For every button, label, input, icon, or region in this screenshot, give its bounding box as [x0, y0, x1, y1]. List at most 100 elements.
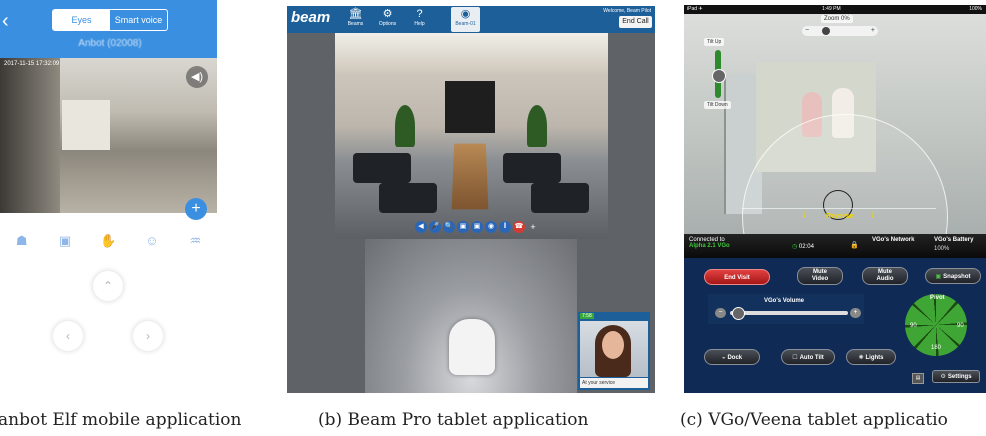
volume-icon[interactable]: ◀ — [415, 221, 427, 233]
anbot-video-feed: 2017-11-15 17:32:09 — [0, 58, 217, 213]
footprint-icon[interactable]: ☗ — [11, 232, 33, 250]
more-icon[interactable]: + — [527, 221, 539, 233]
self-view-pip[interactable]: 7:58 At your service — [578, 312, 650, 390]
elevator-doors — [445, 81, 495, 133]
settings-label: Settings — [947, 374, 972, 380]
dock-button[interactable]: ◒ Dock — [704, 349, 760, 365]
timer-value: 02:04 — [798, 244, 814, 250]
tilt-up-label[interactable]: Tilt Up — [704, 38, 725, 46]
dpad-right-button[interactable]: › — [133, 321, 163, 351]
screen-icon[interactable]: ▣ — [457, 221, 469, 233]
caption-b: (b) Beam Pro tablet application — [318, 410, 589, 430]
status-time: 1:49 PM — [822, 6, 841, 12]
reverse-label: Reverse — [826, 213, 854, 220]
building-icon: 🏛 — [348, 8, 363, 20]
nav-beams-label: Beams — [347, 21, 364, 27]
mute-video-line1: Mute — [813, 269, 827, 275]
mic-icon[interactable]: 🎤 — [429, 221, 441, 233]
zoom-knob[interactable] — [822, 27, 830, 35]
beam-logo: beam — [291, 9, 331, 26]
pilot-photo — [580, 321, 648, 377]
nav-help-label: Help — [414, 21, 425, 27]
tab-smart-voice[interactable]: Smart voice — [110, 10, 167, 30]
volume-knob[interactable] — [732, 307, 745, 320]
help-icon: ? — [416, 8, 423, 20]
zoom-plus[interactable]: + — [871, 27, 875, 34]
camera-icon[interactable]: ▣ — [471, 221, 483, 233]
sofa — [503, 153, 561, 183]
anbot-mode-switch: Eyes Smart voice — [52, 9, 168, 31]
volume-minus-button[interactable]: − — [715, 308, 726, 318]
pivot-right-label: 90 — [957, 323, 964, 329]
card-icon[interactable]: ▣ — [54, 232, 76, 250]
anbot-header: ‹ Eyes Smart voice Anbot (02008) — [0, 0, 217, 58]
tilt-knob[interactable] — [712, 69, 726, 83]
sofa — [531, 183, 589, 213]
arrow-down-icon: ↓ — [802, 209, 807, 220]
volume-plus-button[interactable]: + — [850, 308, 861, 318]
beam-front-camera — [335, 33, 608, 239]
tilt-down-label[interactable]: Tilt Down — [704, 101, 731, 109]
pip-badge: 7:58 — [580, 313, 594, 319]
volume-slider[interactable] — [730, 311, 848, 315]
pivot-bottom-label: 180 — [931, 345, 942, 351]
vgo-video-feed — [684, 14, 986, 234]
nav-help[interactable]: ? Help — [405, 7, 434, 32]
hangup-icon[interactable]: ☎ — [513, 221, 525, 233]
speaker-icon[interactable]: ◀) — [186, 66, 208, 88]
beam-down-camera — [365, 239, 577, 393]
settings-button[interactable]: ⚙ Settings — [932, 370, 980, 383]
nav-options-label: Options — [378, 21, 397, 27]
dpad-left-button[interactable]: ‹ — [53, 321, 83, 351]
snapshot-button[interactable]: ▣ Snapshot — [925, 268, 981, 284]
end-visit-button[interactable]: End Visit — [704, 269, 770, 285]
zoom-icon[interactable]: 🔍 — [443, 221, 455, 233]
gear-icon: ⚙ — [940, 374, 946, 380]
beam-app-screenshot: beam 🏛 Beams ⚙ Options ? Help ◉ Beam-01 … — [287, 6, 655, 393]
nav-beams[interactable]: 🏛 Beams — [341, 7, 370, 32]
dock-label: Dock — [727, 355, 743, 361]
mute-audio-line1: Mute — [878, 269, 892, 275]
ceiling — [335, 33, 608, 73]
mute-audio-line2: Audio — [876, 276, 894, 282]
robot-name: Anbot (02008) — [78, 38, 142, 49]
record-icon[interactable]: ◉ — [485, 221, 497, 233]
snapshot-label: Snapshot — [943, 274, 971, 280]
checkbox-icon: ☐ — [792, 355, 798, 361]
dock-icon: ◒ — [721, 355, 726, 361]
pause-icon[interactable]: ‖ — [499, 221, 511, 233]
end-call-button[interactable]: End Call — [619, 16, 652, 28]
corridor-end — [62, 100, 110, 150]
zoom-minus[interactable]: − — [805, 27, 809, 34]
face-icon[interactable]: ☺ — [141, 232, 163, 250]
clock-icon: ◷ — [792, 244, 798, 250]
mute-video-line2: Video — [811, 276, 829, 282]
robot-icon: ◉ — [460, 8, 471, 20]
lights-button[interactable]: ✺ Lights — [846, 349, 896, 365]
dpad-up-button[interactable]: ⌃ — [93, 271, 123, 301]
caption-a: anbot Elf mobile application — [0, 410, 242, 430]
mute-video-button[interactable]: Mute Video — [797, 267, 843, 285]
status-battery: 100% — [969, 6, 982, 12]
anbot-toolbar: ☗ ▣ ✋ ☺ ♒ — [0, 227, 217, 255]
camera-icon: ▣ — [935, 274, 942, 280]
anbot-app-screenshot: ‹ Eyes Smart voice Anbot (02008) 2017-11… — [0, 0, 217, 392]
nav-options[interactable]: ⚙ Options — [373, 7, 402, 32]
pilot-face — [602, 331, 624, 359]
zoom-slider[interactable]: − + — [802, 26, 878, 36]
tab-eyes[interactable]: Eyes — [53, 10, 110, 30]
plant — [527, 105, 547, 147]
volume-label: VGo's Volume — [764, 298, 804, 304]
chevron-left-icon[interactable]: ‹ — [2, 10, 9, 33]
gear-icon: ⚙ — [382, 8, 393, 20]
plant — [395, 105, 415, 147]
nav-beam-01[interactable]: ◉ Beam-01 — [451, 7, 480, 32]
mute-audio-button[interactable]: Mute Audio — [862, 267, 908, 285]
auto-tilt-button[interactable]: ☐ Auto Tilt — [781, 349, 835, 365]
wave-icon[interactable]: ♒ — [184, 232, 206, 250]
add-button[interactable]: + — [185, 198, 207, 220]
info-icon[interactable]: ▤ — [912, 373, 924, 384]
pivot-label: Pivot — [930, 295, 945, 301]
ios-status-bar: iPad ✈ 1:49 PM 100% — [684, 5, 986, 14]
hand-icon[interactable]: ✋ — [97, 232, 119, 250]
